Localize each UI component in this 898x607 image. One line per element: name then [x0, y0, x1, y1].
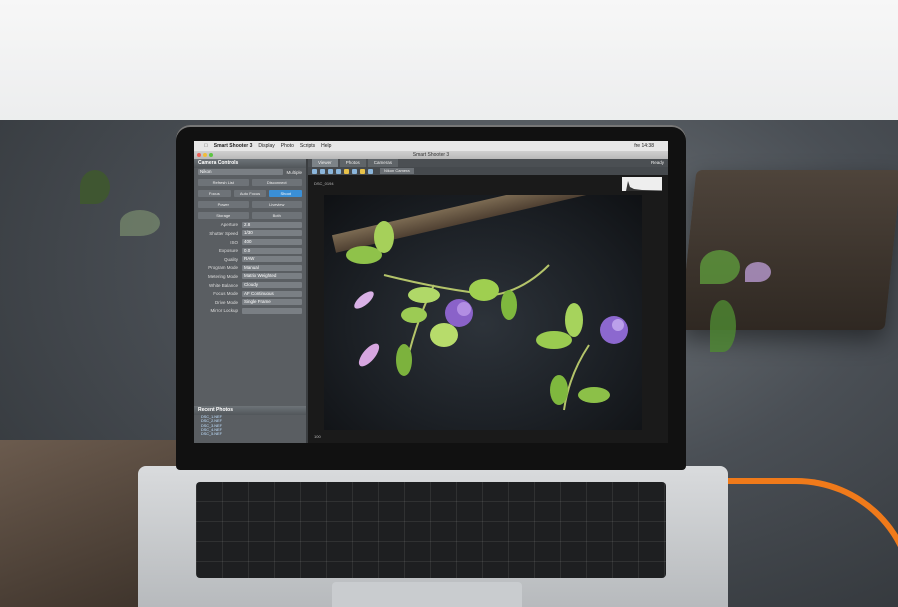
camera-filter-select[interactable]: Nikon Camera	[380, 168, 414, 174]
white-balance-select[interactable]: Cloudy	[242, 282, 302, 289]
menu-app-name[interactable]: Smart Shooter 3	[214, 141, 253, 151]
control-row: Exposure 0.0	[194, 246, 306, 255]
tab-viewer[interactable]: Viewer	[312, 159, 338, 167]
menu-display[interactable]: Display	[258, 141, 274, 151]
iso-label: ISO	[230, 239, 238, 245]
storage-row: Storage Both	[194, 210, 306, 221]
menu-photo[interactable]: Photo	[281, 141, 294, 151]
main-tabs: Viewer Photos Cameras Ready	[308, 159, 668, 167]
recent-photos-panel: Recent Photos DSC_1.NEF DSC_2.NEF DSC_3.…	[194, 406, 306, 443]
minimize-icon[interactable]	[203, 153, 207, 157]
exposure-label: Exposure	[218, 248, 238, 254]
shutter-speed-select[interactable]: 1/30	[242, 230, 302, 237]
disconnect-button[interactable]: Disconnect	[251, 178, 302, 186]
control-row: Quality RAW	[194, 255, 306, 264]
drive-mode-select[interactable]: Single Frame	[242, 299, 302, 306]
program-mode-label: Program Mode	[208, 265, 238, 271]
rotate-left-icon[interactable]	[312, 168, 317, 174]
leaf-decoration	[120, 210, 160, 236]
menu-scripts[interactable]: Scripts	[300, 141, 315, 151]
control-row: Focus Mode AF Continuous	[194, 289, 306, 298]
power-liveview-row: Power Liveview	[194, 199, 306, 210]
aperture-select[interactable]: 2.8	[242, 221, 302, 228]
folder-icon[interactable]	[360, 168, 365, 174]
button-row: Refresh List Disconnect	[194, 177, 306, 188]
viewer-toolbar: Nikon Camera	[308, 167, 668, 175]
quality-label: Quality	[223, 256, 238, 262]
image-viewer[interactable]: DSC_0194 4912x3264 100	[308, 175, 668, 443]
focus-mode-select[interactable]: AF Continuous	[242, 290, 302, 297]
menu-bar:  Smart Shooter 3 Display Photo Scripts …	[194, 141, 668, 151]
apple-icon[interactable]: 	[204, 141, 208, 151]
window-title: Smart Shooter 3	[412, 152, 450, 158]
mirror-lockup-label: Mirror Lockup	[210, 308, 238, 314]
histogram	[622, 177, 662, 191]
camera-select[interactable]: Nikon	[198, 169, 284, 176]
control-row: Drive Mode Single Frame	[194, 298, 306, 307]
shutter-speed-label: Shutter Speed	[209, 230, 238, 236]
trackpad	[332, 582, 522, 607]
program-mode-select[interactable]: Manual	[242, 264, 302, 271]
camera-controls-panel: Camera Controls Nikon Multiple Refresh L…	[194, 159, 306, 443]
menu-help[interactable]: Help	[321, 141, 331, 151]
aperture-label: Aperture	[220, 222, 238, 228]
leaf-decoration	[700, 250, 740, 284]
zoom-out-icon[interactable]	[336, 168, 341, 174]
traffic-lights	[197, 153, 213, 157]
leaf-decoration	[710, 300, 736, 352]
zoom-in-icon[interactable]	[328, 168, 333, 174]
focus-mode-label: Focus Mode	[213, 291, 238, 297]
camera-select-row: Nikon Multiple	[194, 168, 306, 177]
iso-select[interactable]: 400	[242, 239, 302, 246]
metering-mode-label: Metering Mode	[207, 273, 238, 279]
tab-cameras[interactable]: Cameras	[367, 159, 398, 167]
control-row: ISO 400	[194, 238, 306, 247]
photo-scene:  Smart Shooter 3 Display Photo Scripts …	[0, 0, 898, 607]
storage-label: Storage	[198, 211, 249, 219]
control-row: Metering Mode Matrix Weighted	[194, 272, 306, 281]
white-balance-label: White Balance	[208, 282, 238, 288]
focus-button[interactable]: Focus	[198, 189, 231, 197]
zoom-level: 100	[314, 434, 321, 439]
control-row: Mirror Lockup	[194, 307, 306, 316]
control-row: Shutter Speed 1/30	[194, 229, 306, 238]
mirror-lockup-select[interactable]	[242, 307, 302, 314]
multiple-checkbox[interactable]: Multiple	[283, 170, 302, 175]
flower-decoration	[745, 262, 771, 282]
window-titlebar: Smart Shooter 3	[194, 151, 668, 159]
exposure-select[interactable]: 0.0	[242, 247, 302, 254]
star-icon[interactable]	[344, 168, 349, 174]
histogram-graph	[622, 181, 662, 191]
grid-icon[interactable]	[352, 168, 357, 174]
control-row: Aperture 2.8	[194, 221, 306, 230]
control-row: White Balance Cloudy	[194, 281, 306, 290]
image-name: DSC_0194	[314, 181, 334, 186]
button-row: Focus Auto Focus Shoot	[194, 188, 306, 199]
close-icon[interactable]	[197, 153, 201, 157]
menu-clock: fre 14:38	[634, 143, 654, 149]
metering-mode-select[interactable]: Matrix Weighted	[242, 273, 302, 280]
info-icon[interactable]	[368, 168, 373, 174]
status-text: Ready	[650, 160, 664, 165]
liveview-label: Liveview	[251, 200, 302, 208]
leaf-decoration	[80, 170, 110, 204]
panel-title: Camera Controls	[194, 159, 306, 168]
quality-select[interactable]: RAW	[242, 256, 302, 263]
auto-focus-button[interactable]: Auto Focus	[233, 189, 267, 197]
recent-photos-title: Recent Photos	[194, 406, 306, 415]
storage-select[interactable]: Both	[251, 211, 302, 219]
list-item[interactable]: DSC_5.NEF	[194, 432, 306, 436]
drive-mode-label: Drive Mode	[214, 299, 238, 305]
laptop-screen:  Smart Shooter 3 Display Photo Scripts …	[194, 141, 668, 443]
maximize-icon[interactable]	[209, 153, 213, 157]
photo-flowers	[346, 221, 628, 411]
rotate-right-icon[interactable]	[320, 168, 325, 174]
power-label: Power	[198, 200, 249, 208]
refresh-list-button[interactable]: Refresh List	[198, 178, 249, 186]
tab-photos[interactable]: Photos	[339, 159, 366, 167]
control-row: Program Mode Manual	[194, 264, 306, 273]
keyboard	[196, 482, 666, 578]
shoot-button[interactable]: Shoot	[269, 189, 303, 197]
captured-photo	[324, 195, 642, 430]
